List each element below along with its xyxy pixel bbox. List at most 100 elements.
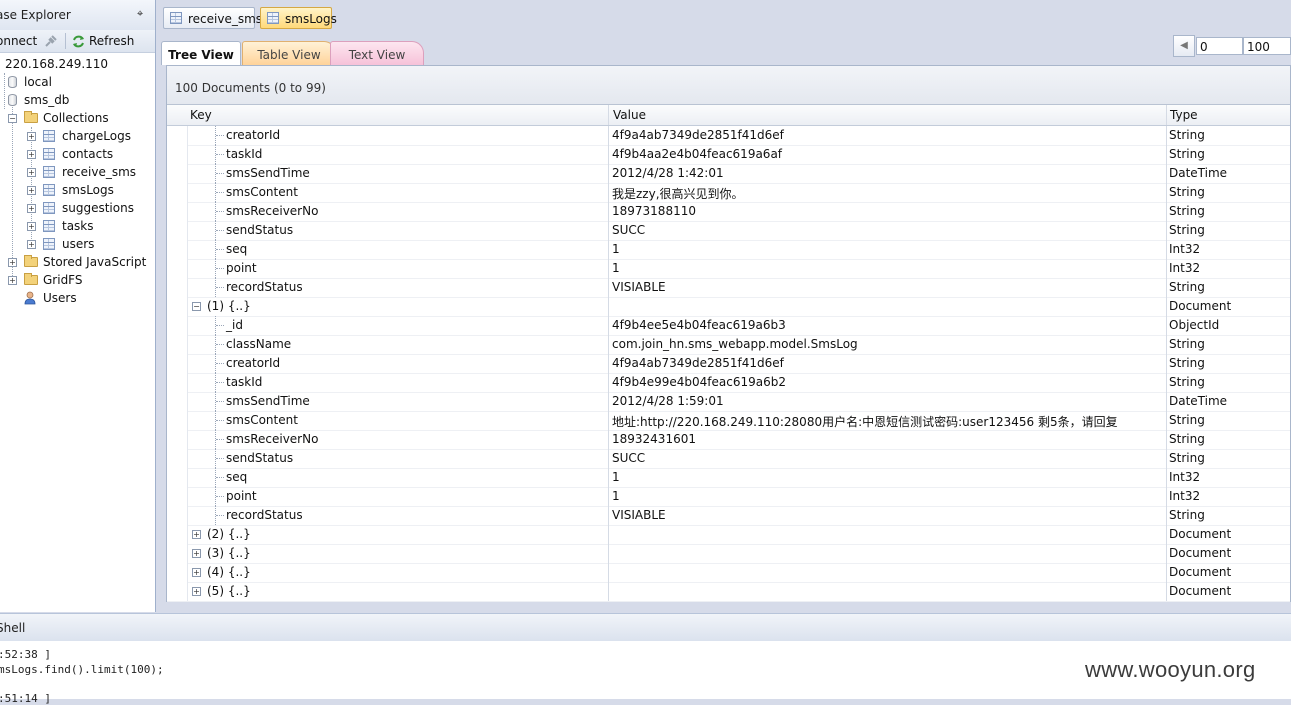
document-row[interactable]: + (3) {..} Document xyxy=(167,544,1290,564)
collection-icon xyxy=(43,220,55,232)
field-row[interactable]: sendStatus SUCC String xyxy=(167,449,1290,469)
column-divider xyxy=(1166,544,1167,563)
tree-connector xyxy=(215,183,216,202)
document-row[interactable]: + (4) {..} Document xyxy=(167,563,1290,583)
field-row[interactable]: taskId 4f9b4aa2e4b04feac619a6af String xyxy=(167,145,1290,165)
tree-collection-receive-sms[interactable]: + receive_sms xyxy=(0,163,155,181)
tree-collection-smslogs[interactable]: + smsLogs xyxy=(0,181,155,199)
expand-icon[interactable]: + xyxy=(27,150,36,159)
column-header-value[interactable]: Value xyxy=(613,108,646,122)
column-divider xyxy=(608,411,609,430)
tree-collection-contacts[interactable]: + contacts xyxy=(0,145,155,163)
pin-icon[interactable]: ⌖ xyxy=(137,7,143,21)
type-cell: String xyxy=(1169,223,1205,237)
field-row[interactable]: smsSendTime 2012/4/28 1:42:01 DateTime xyxy=(167,164,1290,184)
field-row[interactable]: creatorId 4f9a4ab7349de2851f41d6ef String xyxy=(167,126,1290,146)
row-gutter xyxy=(167,183,188,202)
tree-connector xyxy=(215,278,216,297)
limit-input[interactable]: 100 xyxy=(1243,37,1291,55)
tab-table-view[interactable]: Table View xyxy=(242,41,336,65)
field-row[interactable]: recordStatus VISIABLE String xyxy=(167,506,1290,526)
grid-body: creatorId 4f9a4ab7349de2851f41d6ef String t… xyxy=(167,126,1290,602)
field-row[interactable]: recordStatus VISIABLE String xyxy=(167,278,1290,298)
expand-icon[interactable]: + xyxy=(8,276,17,285)
refresh-icon[interactable] xyxy=(71,34,86,49)
expand-icon[interactable]: + xyxy=(27,168,36,177)
expand-icon[interactable]: + xyxy=(27,240,36,249)
document-row[interactable]: − (1) {..} Document xyxy=(167,297,1290,317)
expand-icon[interactable]: + xyxy=(8,258,17,267)
field-row[interactable]: sendStatus SUCC String xyxy=(167,221,1290,241)
tree-connector xyxy=(215,506,216,525)
server-node[interactable]: 220.168.249.110 xyxy=(0,55,155,73)
field-row[interactable]: seq 1 Int32 xyxy=(167,468,1290,488)
value-cell: 1 xyxy=(612,261,620,275)
collapse-icon[interactable]: − xyxy=(192,302,201,311)
field-row[interactable]: taskId 4f9b4e99e4b04feac619a6b2 String xyxy=(167,373,1290,393)
expand-icon[interactable]: + xyxy=(27,204,36,213)
column-header-type[interactable]: Type xyxy=(1170,108,1198,122)
column-divider xyxy=(1166,240,1167,259)
field-row[interactable]: point 1 Int32 xyxy=(167,487,1290,507)
tree-collection-tasks[interactable]: + tasks xyxy=(0,217,155,235)
column-divider xyxy=(608,430,609,449)
tree-db-local[interactable]: local xyxy=(0,73,155,91)
tree-connector xyxy=(215,449,216,468)
field-row[interactable]: smsContent 地址:http://220.168.249.110:2808… xyxy=(167,411,1290,431)
tree-connector xyxy=(216,192,224,193)
expand-icon[interactable]: + xyxy=(192,587,201,596)
tree-gridfs[interactable]: + GridFS xyxy=(0,271,155,289)
tree-collections[interactable]: − Collections xyxy=(0,109,155,127)
tree-collection-suggestions[interactable]: + suggestions xyxy=(0,199,155,217)
field-row[interactable]: creatorId 4f9a4ab7349de2851f41d6ef String xyxy=(167,354,1290,374)
db-label: local xyxy=(24,75,52,89)
collection-label: smsLogs xyxy=(62,183,114,197)
plug-icon[interactable] xyxy=(44,34,58,48)
tab-receive-sms[interactable]: receive_sms xyxy=(163,7,262,29)
collapse-icon[interactable]: − xyxy=(8,114,17,123)
field-row[interactable]: smsContent 我是zzy,很高兴见到你。 String xyxy=(167,183,1290,203)
key-cell: sendStatus xyxy=(226,451,294,465)
type-cell: String xyxy=(1169,375,1205,389)
tree-collection-users[interactable]: + users xyxy=(0,235,155,253)
expand-icon[interactable]: + xyxy=(192,568,201,577)
document-row[interactable]: + (2) {..} Document xyxy=(167,525,1290,545)
row-gutter xyxy=(167,335,188,354)
row-gutter xyxy=(167,373,188,392)
tree-connector xyxy=(216,325,224,326)
field-row[interactable]: seq 1 Int32 xyxy=(167,240,1290,260)
previous-page-button[interactable]: ◀ xyxy=(1173,35,1195,57)
tree-collection-chargelogs[interactable]: + chargeLogs xyxy=(0,127,155,145)
tree-stored-javascript[interactable]: + Stored JavaScript xyxy=(0,253,155,271)
tree-users[interactable]: Users xyxy=(0,289,155,307)
skip-input[interactable]: 0 xyxy=(1196,37,1243,55)
column-divider xyxy=(1166,373,1167,392)
tab-smslogs[interactable]: smsLogs xyxy=(260,7,337,29)
tree-connector xyxy=(216,344,224,345)
field-row[interactable]: className com.join_hn.sms_webapp.model.Sm… xyxy=(167,335,1290,355)
expand-icon[interactable]: + xyxy=(27,186,36,195)
column-divider xyxy=(1166,430,1167,449)
refresh-button[interactable]: Refresh xyxy=(89,33,134,49)
folder-icon xyxy=(24,273,38,285)
connect-button[interactable]: onnect xyxy=(0,33,37,49)
field-row[interactable]: smsReceiverNo 18932431601 String xyxy=(167,430,1290,450)
tree-db-sms-db[interactable]: sms_db xyxy=(0,91,155,109)
expand-icon[interactable]: + xyxy=(192,530,201,539)
row-gutter xyxy=(167,240,188,259)
expand-icon[interactable]: + xyxy=(192,549,201,558)
column-header-key[interactable]: Key xyxy=(190,108,212,122)
field-row[interactable]: smsReceiverNo 18973188110 String xyxy=(167,202,1290,222)
field-row[interactable]: _id 4f9b4ee5e4b04feac619a6b3 ObjectId xyxy=(167,316,1290,336)
field-row[interactable]: point 1 Int32 xyxy=(167,259,1290,279)
tab-tree-view[interactable]: Tree View xyxy=(161,41,241,65)
column-divider xyxy=(1166,297,1167,316)
document-row[interactable]: + (5) {..} Document xyxy=(167,582,1290,602)
field-row[interactable]: smsSendTime 2012/4/28 1:59:01 DateTime xyxy=(167,392,1290,412)
key-cell: (5) {..} xyxy=(207,584,251,598)
expand-icon[interactable]: + xyxy=(27,222,36,231)
gridfs-label: GridFS xyxy=(43,273,83,287)
expand-icon[interactable]: + xyxy=(27,132,36,141)
type-cell: String xyxy=(1169,508,1205,522)
tab-text-view[interactable]: Text View xyxy=(330,41,424,65)
